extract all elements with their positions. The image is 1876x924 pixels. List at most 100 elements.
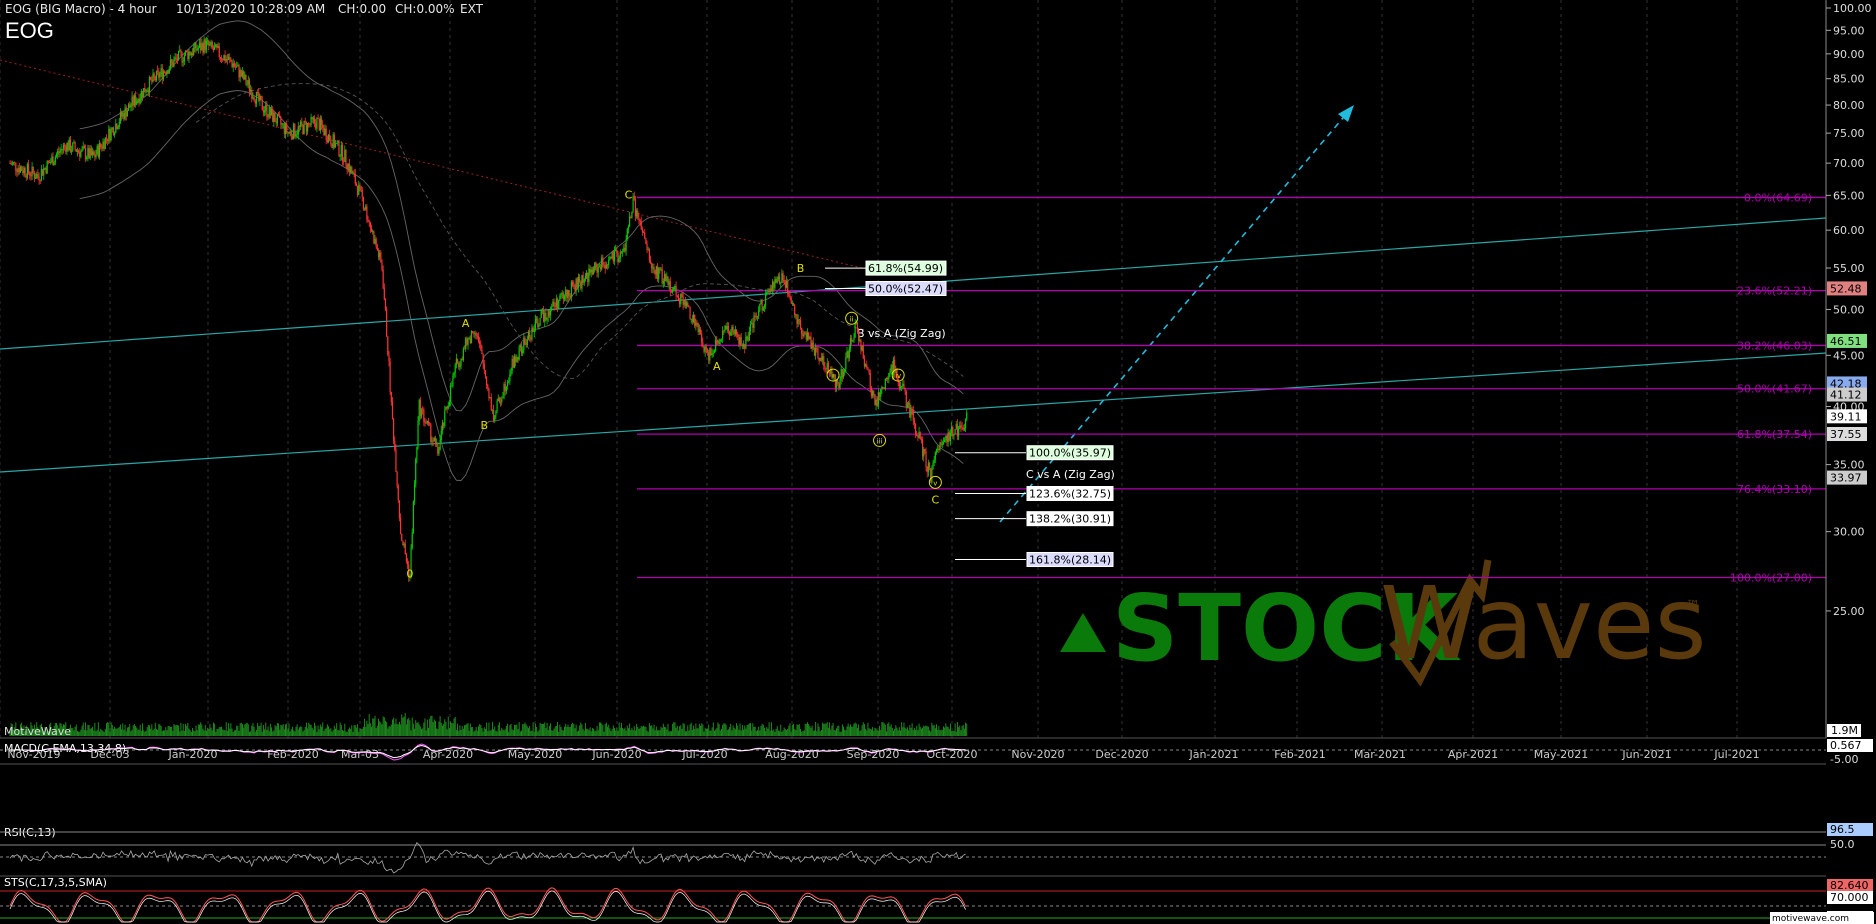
candle-body [339, 155, 341, 157]
volume-bar [784, 729, 786, 736]
price-tick-label: 95.00 [1833, 24, 1865, 37]
volume-bar [905, 728, 907, 736]
volume-bars [9, 712, 968, 736]
candle-body [701, 333, 703, 343]
candle-body [889, 371, 891, 374]
candle-body [250, 89, 252, 92]
candle-body [455, 358, 457, 365]
candle-body [446, 406, 448, 409]
volume-bar [358, 731, 360, 736]
volume-bar [803, 730, 805, 736]
volume-bar [805, 723, 807, 736]
candle-body [515, 356, 517, 362]
candle-body [905, 391, 907, 408]
volume-bar [838, 725, 840, 736]
volume-bar [92, 726, 94, 736]
candle-body [945, 435, 947, 440]
candle-body [847, 351, 849, 359]
candle-body [703, 346, 705, 352]
volume-bar [787, 728, 789, 736]
candle-body [630, 217, 632, 218]
candle-body [318, 118, 320, 131]
candle-body [24, 167, 26, 176]
volume-bar [626, 725, 628, 736]
volume-bar [834, 730, 836, 736]
volume-bar [493, 729, 495, 736]
candle-body [840, 369, 842, 381]
candle-body [44, 167, 46, 169]
candle-body [54, 157, 56, 163]
volume-bar [629, 723, 631, 736]
candle-body [783, 279, 785, 283]
volume-bar [752, 723, 754, 736]
volume-bar [444, 719, 446, 736]
candle-body [919, 431, 921, 439]
volume-bar [300, 726, 302, 736]
candle-body [152, 73, 154, 82]
candle-body [885, 377, 888, 379]
volume-bar [193, 730, 195, 736]
time-tick-label: Oct-2020 [927, 748, 978, 761]
candle-body [261, 99, 263, 111]
candle-body [358, 184, 360, 195]
volume-bar [667, 723, 669, 736]
candle-body [490, 397, 492, 411]
volume-bar [487, 731, 489, 736]
volume-bar [894, 728, 896, 736]
chart-canvas[interactable]: STOCK Waves ™ 0.0%(64.69)23.6%(52.21)38.… [0, 0, 1876, 924]
candle-body [906, 404, 909, 408]
candle-body [849, 338, 852, 349]
candle-body [802, 334, 804, 337]
volume-bar [568, 727, 570, 736]
volume-bar [102, 731, 104, 736]
candle-body [456, 358, 459, 364]
candle-body [666, 276, 668, 282]
time-tick-label: Feb-2020 [267, 748, 318, 761]
candle-body [668, 281, 670, 286]
candle-body [45, 167, 47, 174]
volume-bar [180, 722, 182, 736]
volume-bar [936, 724, 938, 736]
candle-body [928, 462, 931, 469]
volume-bar [876, 730, 878, 736]
volume-bar [165, 727, 167, 736]
candle-body [460, 359, 462, 366]
candle-body [272, 109, 274, 122]
candle-body [195, 42, 197, 51]
candle-body [362, 196, 364, 209]
volume-bar [176, 724, 178, 736]
candle-body [69, 139, 72, 152]
volume-bar [447, 716, 449, 736]
candle-body [532, 327, 534, 332]
candle-body [169, 59, 172, 69]
candle-body [382, 269, 384, 289]
candle-body [937, 448, 939, 450]
volume-bar [820, 729, 822, 736]
candle-body [875, 399, 877, 406]
volume-bar [254, 731, 256, 736]
volume-bar [703, 731, 705, 736]
volume-bar [707, 728, 708, 736]
candle-body [794, 305, 796, 316]
volume-bar [396, 724, 398, 736]
candle-body [655, 266, 657, 275]
volume-bar [359, 728, 361, 736]
volume-bar [274, 725, 276, 736]
candle-body [166, 70, 168, 75]
volume-bar [795, 729, 797, 736]
candle-body [300, 121, 302, 127]
candle-body [828, 372, 831, 374]
volume-bar [883, 723, 885, 736]
volume-bar [178, 725, 180, 736]
candle-body [403, 543, 405, 546]
volume-bar [301, 726, 303, 736]
volume-bar [512, 730, 514, 736]
candle-body [48, 162, 51, 163]
volume-bar [403, 716, 405, 736]
candle-body [909, 402, 911, 418]
candle-body [747, 336, 749, 341]
candle-body [559, 296, 561, 301]
candle-body [266, 104, 268, 118]
volume-bar [158, 723, 160, 736]
candle-body [288, 131, 290, 134]
